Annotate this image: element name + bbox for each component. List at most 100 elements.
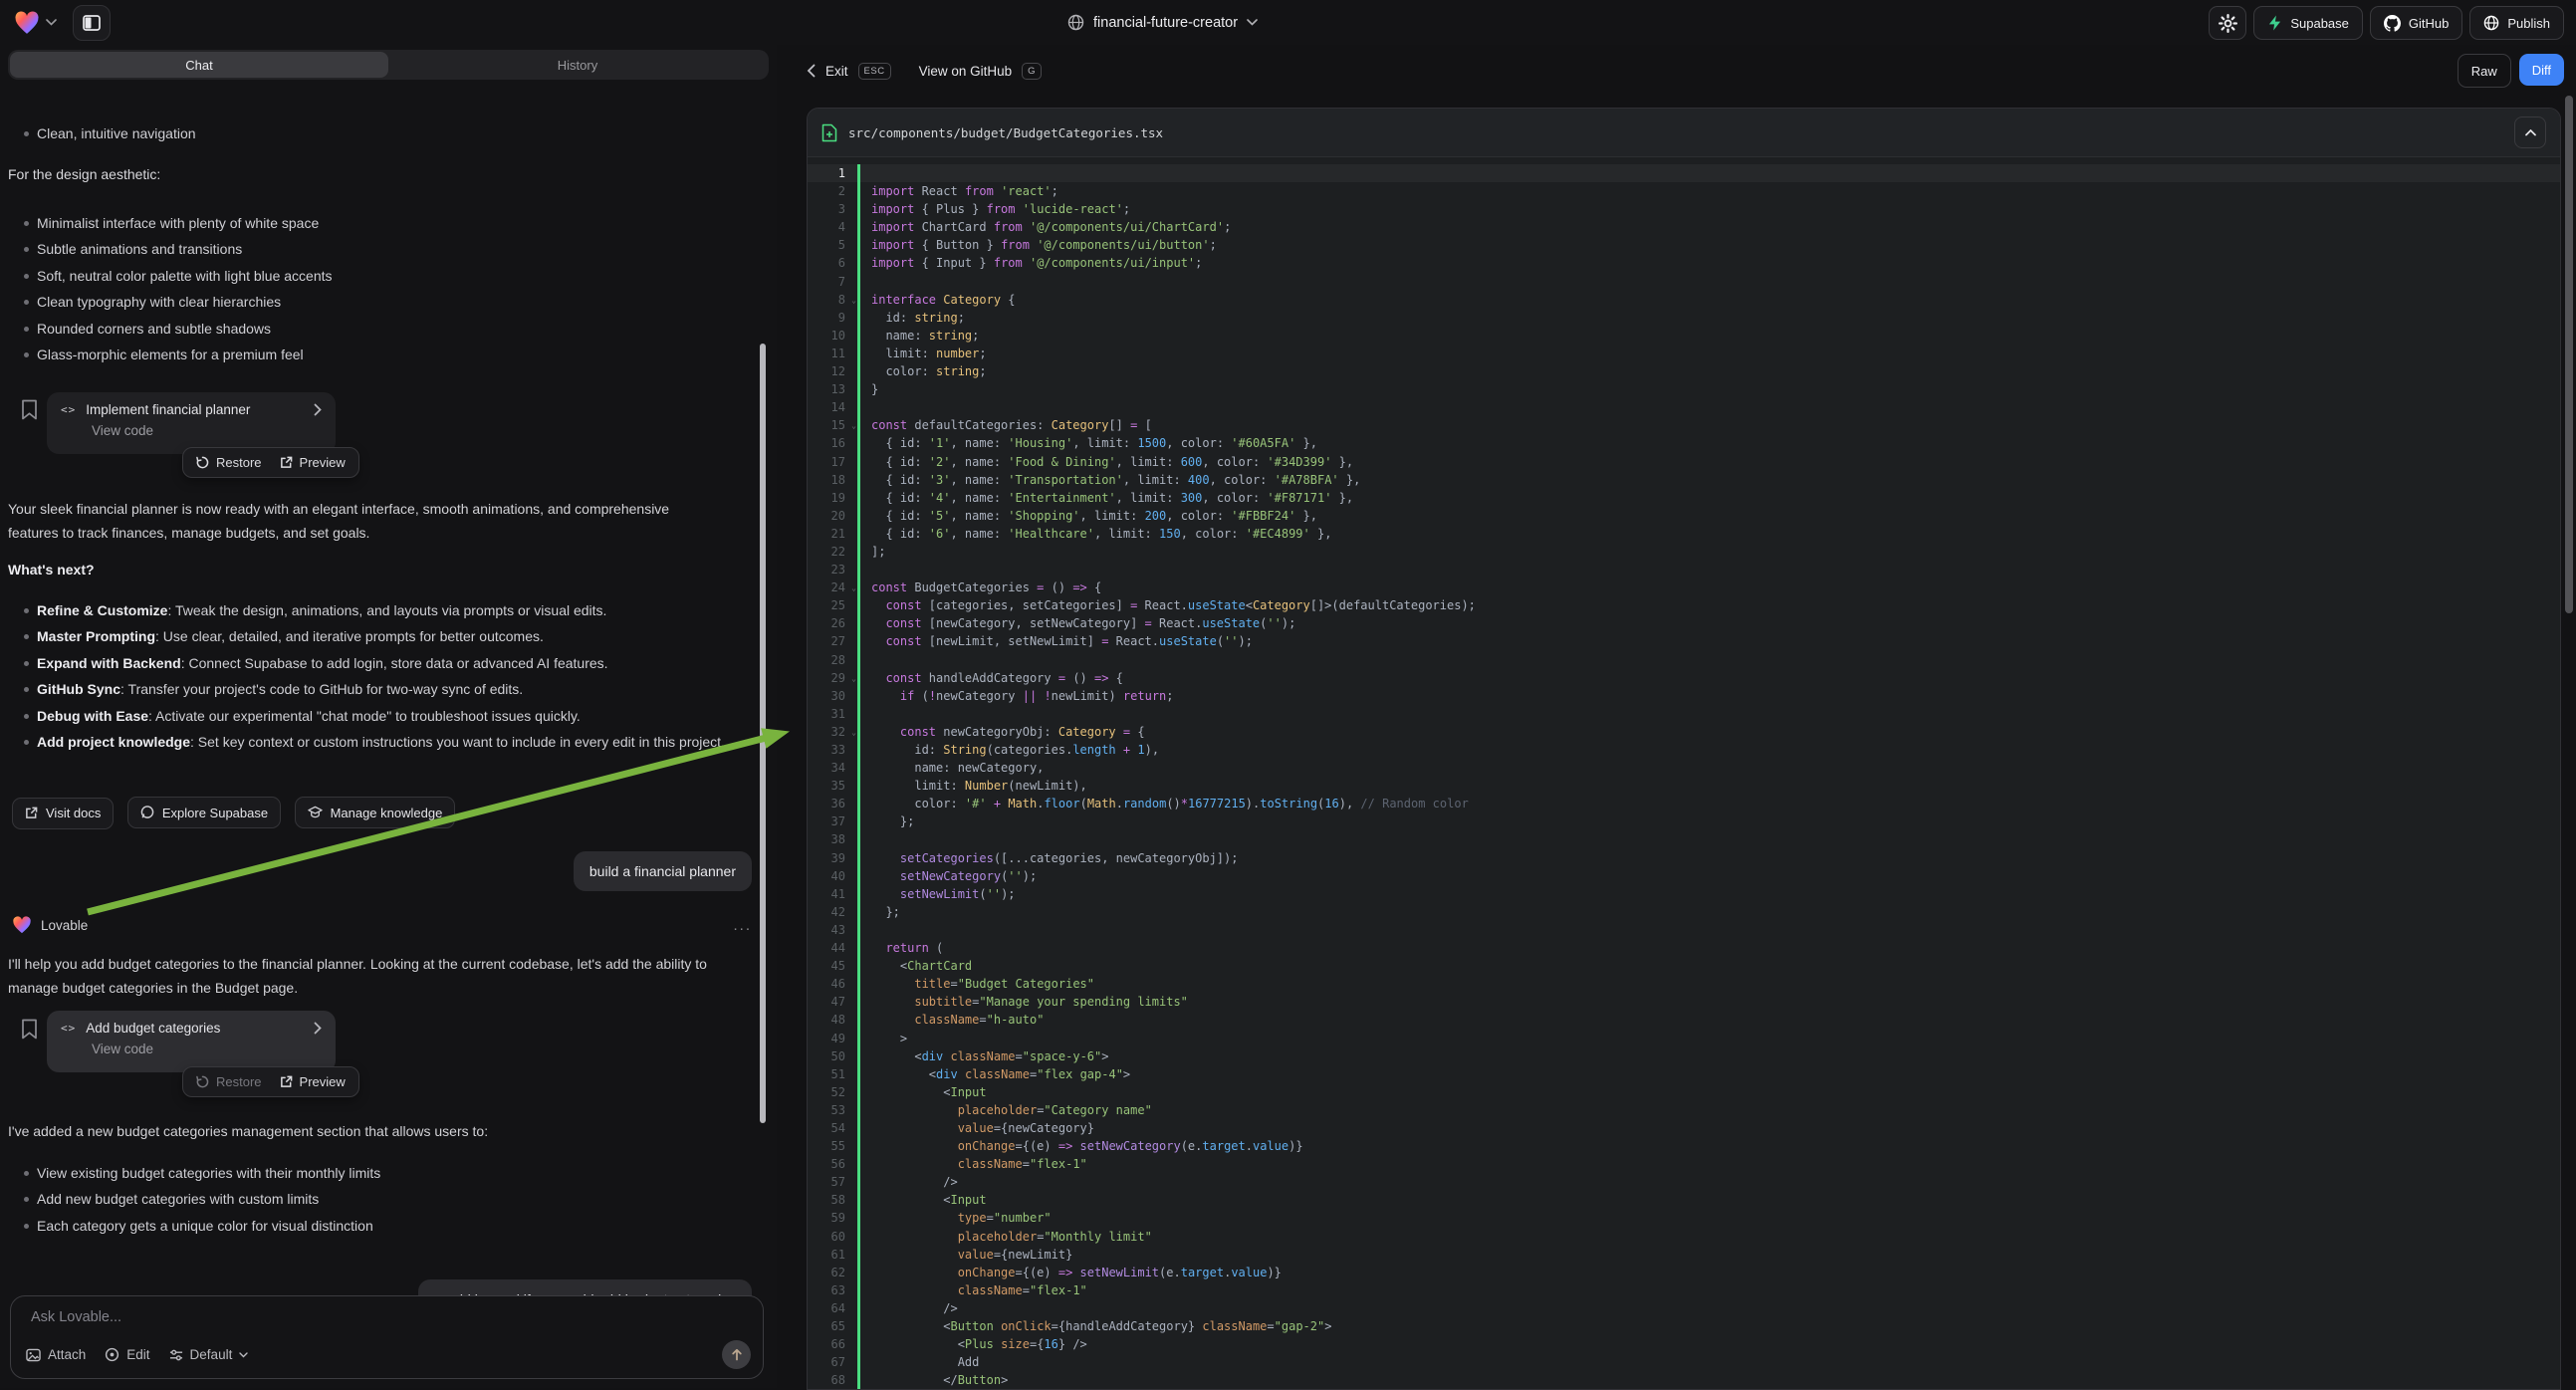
tab-history[interactable]: History bbox=[388, 52, 767, 78]
send-button[interactable] bbox=[722, 1340, 751, 1369]
chat-input[interactable] bbox=[29, 1308, 745, 1326]
toggle-sidebar-button[interactable] bbox=[73, 5, 111, 41]
version-card-title: Add budget categories bbox=[86, 1021, 220, 1036]
list-item: Master Prompting: Use clear, detailed, a… bbox=[0, 623, 749, 649]
list-item: Expand with Backend: Connect Supabase to… bbox=[0, 650, 749, 676]
code-line: 33 id: String(categories.length + 1), bbox=[808, 741, 2560, 759]
restore-icon bbox=[196, 456, 209, 469]
fold-chevron-icon[interactable]: ⌄ bbox=[851, 417, 856, 435]
code-line: 53 placeholder="Category name" bbox=[808, 1101, 2560, 1119]
code-line: 36 color: '#' + Math.floor(Math.random()… bbox=[808, 795, 2560, 812]
code-line: 9 id: string; bbox=[808, 309, 2560, 327]
code-line: 38 bbox=[808, 830, 2560, 848]
project-switcher[interactable]: financial-future-creator bbox=[1067, 0, 1258, 45]
code-line: 60 placeholder="Monthly limit" bbox=[808, 1228, 2560, 1246]
code-lines: 12import React from 'react';3import { Pl… bbox=[808, 164, 2560, 1389]
list-item: Add project knowledge: Set key context o… bbox=[0, 729, 749, 755]
restore-preview-toolbar: Restore Preview bbox=[182, 447, 359, 478]
view-on-github-button[interactable]: View on GitHub G bbox=[919, 63, 1042, 80]
code-editor[interactable]: 12import React from 'react';3import { Pl… bbox=[808, 157, 2560, 1389]
fold-chevron-icon[interactable]: ⌄ bbox=[851, 579, 856, 597]
github-button[interactable]: GitHub bbox=[2370, 6, 2462, 40]
code-icon: <> bbox=[61, 1022, 76, 1035]
external-link-icon bbox=[280, 1075, 293, 1088]
preview-button[interactable]: Preview bbox=[280, 455, 346, 470]
fold-chevron-icon[interactable]: ⌄ bbox=[851, 670, 856, 688]
attach-button[interactable]: Attach bbox=[26, 1347, 86, 1362]
message-menu-button[interactable]: ... bbox=[733, 917, 752, 934]
exit-code-view-button[interactable]: Exit ESC bbox=[807, 63, 891, 80]
raw-toggle-button[interactable]: Raw bbox=[2458, 54, 2511, 88]
code-line: 6import { Input } from '@/components/ui/… bbox=[808, 254, 2560, 272]
version-card-implement-financial-planner[interactable]: <> Implement financial planner View code bbox=[47, 392, 336, 454]
code-line: 37 }; bbox=[808, 812, 2560, 830]
code-line: 44 return ( bbox=[808, 939, 2560, 957]
code-line: 59 type="number" bbox=[808, 1209, 2560, 1227]
visit-docs-button[interactable]: Visit docs bbox=[12, 798, 114, 829]
bookmark-icon[interactable] bbox=[21, 399, 39, 421]
explore-supabase-button[interactable]: Explore Supabase bbox=[127, 797, 281, 828]
tips-list: Refine & Customize: Tweak the design, an… bbox=[0, 597, 749, 755]
code-line: 51 <div className="flex gap-4"> bbox=[808, 1065, 2560, 1083]
list-item: Debug with Ease: Activate our experiment… bbox=[0, 703, 749, 729]
fold-chevron-icon[interactable]: ⌄ bbox=[851, 292, 856, 310]
code-line: 29⌄ const handleAddCategory = () => { bbox=[808, 669, 2560, 687]
chevron-right-icon[interactable] bbox=[314, 403, 322, 416]
chevron-down-icon bbox=[239, 1352, 248, 1358]
publish-button[interactable]: Publish bbox=[2469, 6, 2564, 40]
supabase-button[interactable]: Supabase bbox=[2253, 6, 2363, 40]
code-line: 5import { Button } from '@/components/ui… bbox=[808, 236, 2560, 254]
github-icon bbox=[2384, 15, 2401, 32]
chevron-right-icon[interactable] bbox=[314, 1022, 322, 1035]
list-item: Each category gets a unique color for vi… bbox=[0, 1213, 749, 1239]
diff-toggle-button[interactable]: Diff bbox=[2519, 54, 2564, 86]
code-line: 17 { id: '2', name: 'Food & Dining', lim… bbox=[808, 453, 2560, 471]
logo-chevron-down-icon[interactable] bbox=[46, 19, 57, 26]
collapse-file-button[interactable] bbox=[2514, 116, 2546, 148]
list-item: View existing budget categories with the… bbox=[0, 1160, 749, 1186]
chat-panel: Chat History Clean, intuitive navigation… bbox=[0, 45, 777, 1388]
chat-history-tabs: Chat History bbox=[8, 50, 769, 80]
chat-scrollbar[interactable] bbox=[760, 344, 766, 1123]
manage-knowledge-button[interactable]: Manage knowledge bbox=[295, 797, 456, 828]
bookmark-icon[interactable] bbox=[21, 1019, 39, 1041]
view-code-link[interactable]: View code bbox=[92, 423, 322, 438]
code-line: 16 { id: '1', name: 'Housing', limit: 15… bbox=[808, 434, 2560, 452]
restore-button[interactable]: Restore bbox=[196, 455, 262, 470]
code-line: 58 <Input bbox=[808, 1191, 2560, 1209]
fold-chevron-icon[interactable]: ⌄ bbox=[851, 724, 856, 742]
design-heading: For the design aesthetic: bbox=[8, 166, 160, 182]
gear-icon bbox=[2219, 14, 2237, 33]
intro-tail-list: Clean, intuitive navigation bbox=[0, 120, 757, 146]
preview-button[interactable]: Preview bbox=[280, 1074, 346, 1089]
code-line: 50 <div className="space-y-6"> bbox=[808, 1047, 2560, 1065]
code-line: 42 }; bbox=[808, 903, 2560, 921]
arrow-up-icon bbox=[731, 1348, 743, 1361]
code-line: 24⌄const BudgetCategories = () => { bbox=[808, 579, 2560, 596]
restore-button[interactable]: Restore bbox=[196, 1074, 262, 1089]
code-line: 52 <Input bbox=[808, 1083, 2560, 1101]
list-item: Clean typography with clear hierarchies bbox=[0, 289, 757, 315]
view-code-link[interactable]: View code bbox=[92, 1042, 322, 1056]
assistant-paragraph: Your sleek financial planner is now read… bbox=[8, 498, 695, 545]
model-selector[interactable]: Default bbox=[169, 1347, 249, 1362]
lovable-logo-heart-icon[interactable] bbox=[14, 11, 40, 35]
chevron-up-icon bbox=[2525, 129, 2536, 136]
external-link-icon bbox=[280, 456, 293, 469]
code-line: 28 bbox=[808, 651, 2560, 669]
settings-button[interactable] bbox=[2209, 6, 2246, 40]
list-item: Clean, intuitive navigation bbox=[0, 120, 757, 146]
esc-key-badge: ESC bbox=[858, 63, 891, 80]
restore-icon bbox=[196, 1075, 209, 1088]
code-line: 14 bbox=[808, 398, 2560, 416]
version-card-add-budget-categories[interactable]: <> Add budget categories View code bbox=[47, 1011, 336, 1072]
globe-icon bbox=[1067, 14, 1084, 31]
tab-chat[interactable]: Chat bbox=[10, 52, 388, 78]
list-item: GitHub Sync: Transfer your project's cod… bbox=[0, 676, 749, 702]
code-line: 48 className="h-auto" bbox=[808, 1011, 2560, 1029]
supabase-icon bbox=[2267, 15, 2282, 31]
edit-mode-button[interactable]: Edit bbox=[105, 1347, 149, 1362]
code-line: 21 { id: '6', name: 'Healthcare', limit:… bbox=[808, 525, 2560, 543]
graduation-cap-icon bbox=[308, 806, 323, 819]
code-scrollbar[interactable] bbox=[2565, 96, 2573, 613]
